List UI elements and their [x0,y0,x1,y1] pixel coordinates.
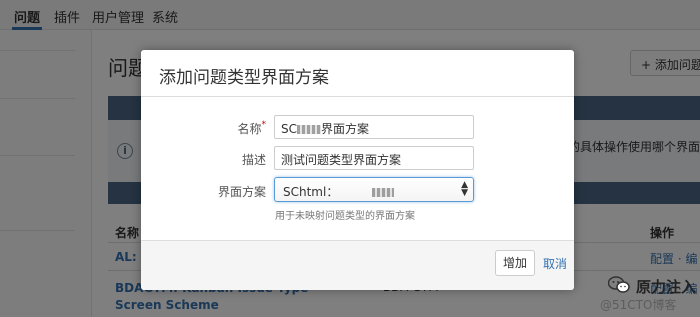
add-button[interactable]: 增加 [495,250,535,276]
name-field[interactable]: SC 界面方案 [274,115,474,139]
description-label: 描述 [241,153,266,167]
redacted-text [297,125,321,134]
screen-scheme-label: 界面方案 [217,185,266,199]
screen-scheme-help: 用于未映射问题类型的界面方案 [275,211,415,222]
redacted-text [372,188,395,197]
dialog-title: 添加问题类型界面方案 [159,68,329,88]
dialog-header: 添加问题类型界面方案 [141,50,574,97]
description-field[interactable]: 测试问题类型界面方案 [274,146,474,170]
name-field-prefix: SC [281,122,297,136]
dialog-footer: 增加 取消 [141,240,574,290]
add-issue-type-screen-scheme-dialog: 添加问题类型界面方案 名称* SC 界面方案 描述 测试问题类型界面方案 界面方案… [141,50,574,290]
watermark-brand: 原力注入 [636,278,697,296]
screen-scheme-value: SChtml： [283,185,339,199]
name-field-suffix: 界面方案 [321,122,370,136]
wechat-logo-icon [608,276,630,293]
cancel-link[interactable]: 取消 [543,255,567,272]
name-label: 名称* [237,120,266,136]
screen-scheme-select[interactable]: SChtml： ▲ ▼ [274,177,474,202]
watermark-sub: @51CTO博客 [600,298,677,312]
select-arrows-icon: ▲ ▼ [461,180,468,198]
